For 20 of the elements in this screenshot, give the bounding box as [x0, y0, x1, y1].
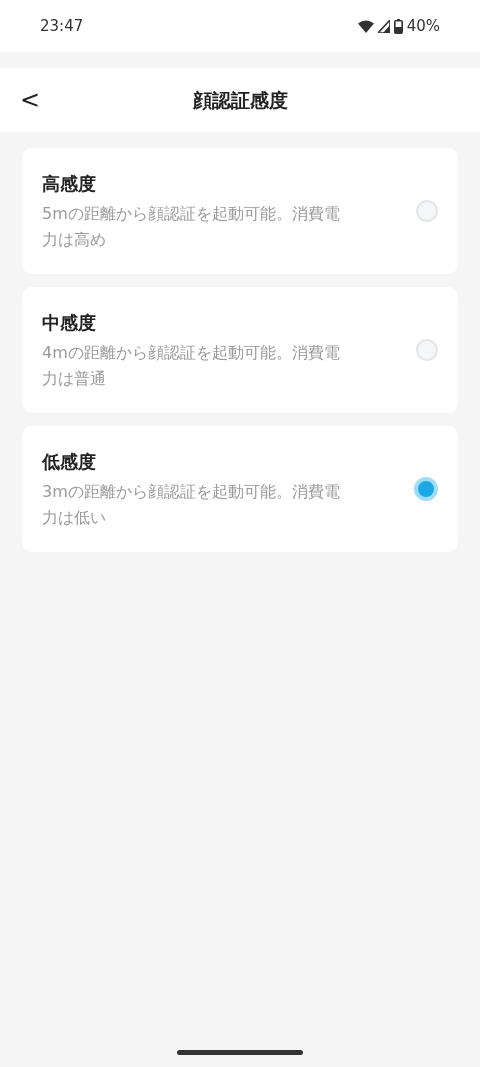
option-description: 4mの距離から顔認証を起動可能。消費電力は普通 [42, 341, 341, 390]
option-title: 中感度 [42, 310, 97, 335]
wifi-icon [357, 19, 374, 33]
back-button[interactable]: < [14, 88, 47, 112]
battery-percentage: 40% [406, 15, 440, 37]
option-title: 低感度 [42, 449, 97, 474]
option-card[interactable]: 高感度 5mの距離から顔認証を起動可能。消費電力は高め [22, 148, 458, 274]
signal-icon [377, 19, 390, 33]
radio-button[interactable] [416, 339, 438, 361]
radio-button[interactable] [414, 477, 438, 501]
radio-button[interactable] [416, 200, 438, 222]
option-card[interactable]: 低感度 3mの距離から顔認証を起動可能。消費電力は低い [22, 426, 458, 552]
option-description: 5mの距離から顔認証を起動可能。消費電力は高め [42, 202, 341, 251]
option-description: 3mの距離から顔認証を起動可能。消費電力は低い [42, 480, 341, 529]
status-time: 23:47 [40, 15, 84, 37]
option-card[interactable]: 中感度 4mの距離から顔認証を起動可能。消費電力は普通 [22, 287, 458, 413]
option-title: 高感度 [42, 171, 97, 196]
page-title: 顔認証感度 [192, 87, 288, 113]
home-indicator[interactable] [177, 1050, 303, 1055]
battery-icon [393, 18, 403, 34]
